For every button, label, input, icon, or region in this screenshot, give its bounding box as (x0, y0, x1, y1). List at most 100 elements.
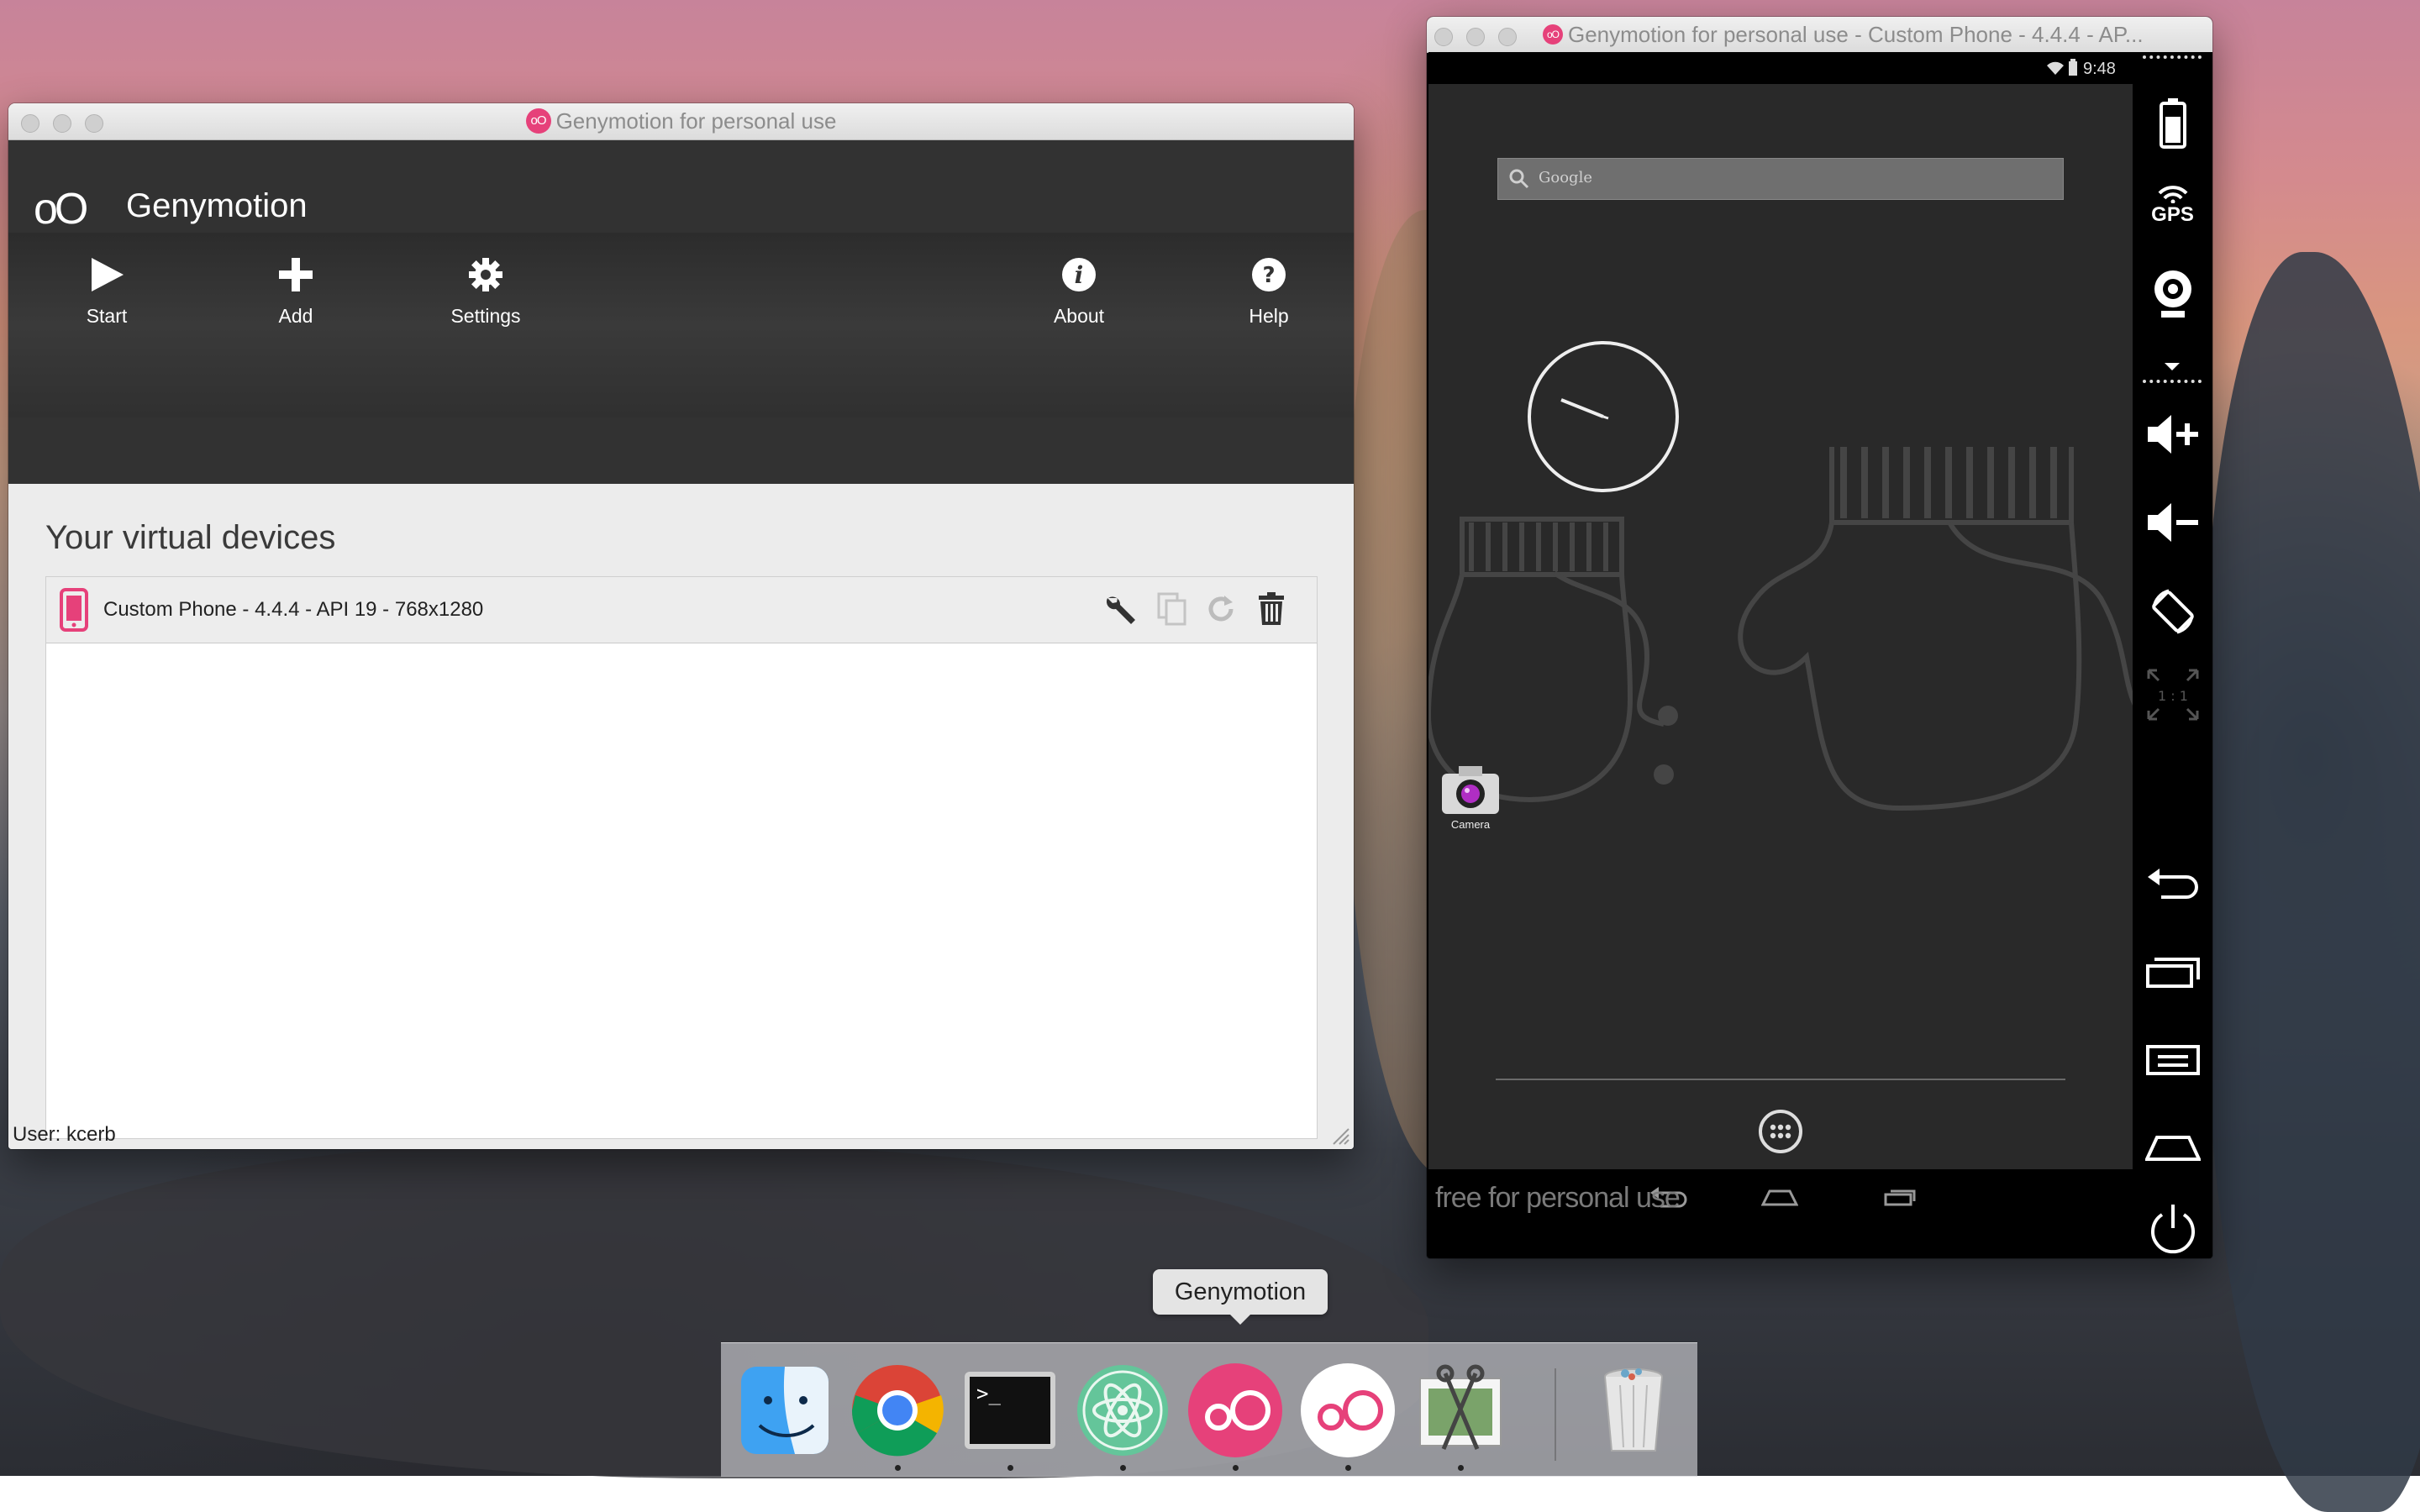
window-title: oO Genymotion for personal use - Custom P… (1543, 17, 2212, 53)
search-icon (1509, 169, 1529, 189)
battery-widget-icon (2159, 98, 2186, 149)
running-indicator (1345, 1465, 1351, 1471)
player-titlebar[interactable]: oO Genymotion for personal use - Custom P… (1427, 17, 2212, 53)
dock-preview[interactable] (1412, 1362, 1509, 1471)
genymotion-launcher-window: oO Genymotion for personal use oO Genymot… (8, 103, 1354, 1149)
wifi-icon (2047, 61, 2064, 75)
svg-text:?: ? (1262, 263, 1275, 288)
webcam-icon (2154, 270, 2191, 318)
device-name: Custom Phone - 4.4.4 - API 19 - 768x1280 (103, 598, 484, 621)
recent-apps-icon (2145, 958, 2200, 988)
nav-home-icon[interactable] (1761, 1186, 1798, 1208)
launcher-body: Your virtual devices Custom Phone - 4.4.… (8, 484, 1354, 1149)
reset-device-button[interactable] (1201, 589, 1241, 629)
dock-terminal[interactable]: >_ (961, 1362, 1059, 1471)
atom-icon (1077, 1365, 1168, 1456)
genymotion-widget-sidebar: GPS 1 : 1 (2133, 52, 2212, 1258)
toolbar (8, 233, 1354, 417)
dock-separator (1555, 1368, 1556, 1461)
android-screen[interactable]: 9:48 Google Camera free for personal use (1428, 52, 2133, 1224)
battery-widget-button[interactable] (2133, 94, 2212, 153)
wallpaper-rock (2202, 252, 2420, 1512)
volume-down-button[interactable] (2133, 493, 2212, 552)
plus-icon (279, 258, 313, 291)
trash-icon (1259, 592, 1284, 625)
gps-label: GPS (2151, 203, 2194, 226)
camera-app-shortcut[interactable]: Camera (1437, 762, 1504, 831)
start-label: Start (86, 305, 128, 327)
dock-atom[interactable] (1074, 1362, 1171, 1471)
wrench-icon (1106, 596, 1135, 624)
launcher-titlebar[interactable]: oO Genymotion for personal use (8, 103, 1354, 140)
sidebar-scroll-arrow[interactable] (2165, 363, 2180, 370)
device-list: Custom Phone - 4.4.4 - API 19 - 768x1280 (45, 576, 1318, 1139)
rotate-screen-button[interactable] (2133, 580, 2212, 643)
scale-label: 1 : 1 (2158, 688, 2188, 704)
genymotion-player-icon (1301, 1363, 1395, 1457)
volume-down-icon (2147, 503, 2198, 542)
settings-button[interactable]: Settings (435, 249, 536, 328)
minimize-window-button[interactable] (1466, 28, 1485, 46)
window-title: oO Genymotion for personal use (8, 103, 1354, 139)
preview-icon (1419, 1364, 1502, 1450)
running-indicator (1233, 1465, 1239, 1471)
about-button[interactable]: i About (1028, 249, 1129, 328)
genymotion-logo: oO (34, 185, 88, 234)
camera-app-label: Camera (1450, 818, 1491, 831)
dock-genymotion[interactable] (1186, 1362, 1284, 1471)
google-search-bar[interactable]: Google (1497, 158, 2064, 200)
genymotion-app-icon (1188, 1363, 1282, 1457)
dock-chrome[interactable] (849, 1362, 946, 1471)
power-icon (2150, 1205, 2195, 1254)
add-button[interactable]: Add (245, 249, 346, 328)
volume-up-icon (2147, 415, 2198, 454)
rotate-icon (2151, 589, 2194, 634)
window-title-text: Genymotion for personal use (555, 108, 837, 134)
camera-icon (1442, 766, 1499, 814)
device-row[interactable]: Custom Phone - 4.4.4 - API 19 - 768x1280 (46, 577, 1317, 643)
user-status: User: kcerb (13, 1123, 116, 1146)
mittens-wallpaper (1428, 447, 2133, 811)
close-window-button[interactable] (1434, 28, 1453, 46)
start-button[interactable]: Start (56, 249, 157, 328)
delete-device-button[interactable] (1251, 589, 1292, 629)
help-button[interactable]: ? Help (1218, 249, 1319, 328)
trash-can-icon (1604, 1368, 1663, 1452)
zoom-window-button[interactable] (1498, 28, 1517, 46)
device-settings-button[interactable] (1101, 589, 1141, 629)
resize-grip-icon[interactable] (1332, 1127, 1350, 1146)
menu-icon (2145, 1045, 2200, 1075)
app-drawer-icon[interactable] (1757, 1108, 1804, 1155)
play-icon (92, 258, 124, 291)
dock-genymotion-player[interactable] (1299, 1362, 1397, 1471)
sidebar-dotted-top (2143, 55, 2202, 64)
app-title: Genymotion (126, 187, 308, 224)
recent-apps-key-button[interactable] (2133, 948, 2212, 998)
nav-recents-icon[interactable] (1882, 1188, 1916, 1208)
terminal-icon: >_ (965, 1372, 1055, 1449)
copy-icon (1157, 592, 1186, 626)
dock-tooltip: Genymotion (1153, 1269, 1328, 1325)
volume-up-button[interactable] (2133, 405, 2212, 464)
about-label: About (1053, 305, 1105, 327)
back-key-button[interactable] (2133, 858, 2212, 909)
finder-icon (741, 1367, 829, 1454)
power-key-button[interactable] (2133, 1200, 2212, 1258)
webcam-widget-button[interactable] (2133, 260, 2212, 328)
gps-widget-button[interactable]: GPS (2133, 176, 2212, 235)
dock-finder[interactable] (736, 1362, 834, 1459)
svg-text:i: i (1075, 261, 1084, 289)
home-key-button[interactable] (2133, 1122, 2212, 1173)
battery-icon (2069, 59, 2077, 76)
sidebar-dotted-mid (2143, 380, 2202, 388)
pixel-perfect-button[interactable]: 1 : 1 (2133, 661, 2212, 728)
genymotion-mini-icon: oO (1543, 24, 1563, 45)
question-icon: ? (1252, 258, 1286, 291)
menu-key-button[interactable] (2133, 1035, 2212, 1085)
clone-device-button[interactable] (1152, 589, 1192, 629)
scale-one-to-one-icon: 1 : 1 (2147, 669, 2198, 721)
refresh-icon (1208, 596, 1234, 622)
dock-trash[interactable] (1585, 1362, 1682, 1459)
window-title-text: Genymotion for personal use - Custom Pho… (1568, 22, 2144, 47)
running-indicator (1458, 1465, 1464, 1471)
